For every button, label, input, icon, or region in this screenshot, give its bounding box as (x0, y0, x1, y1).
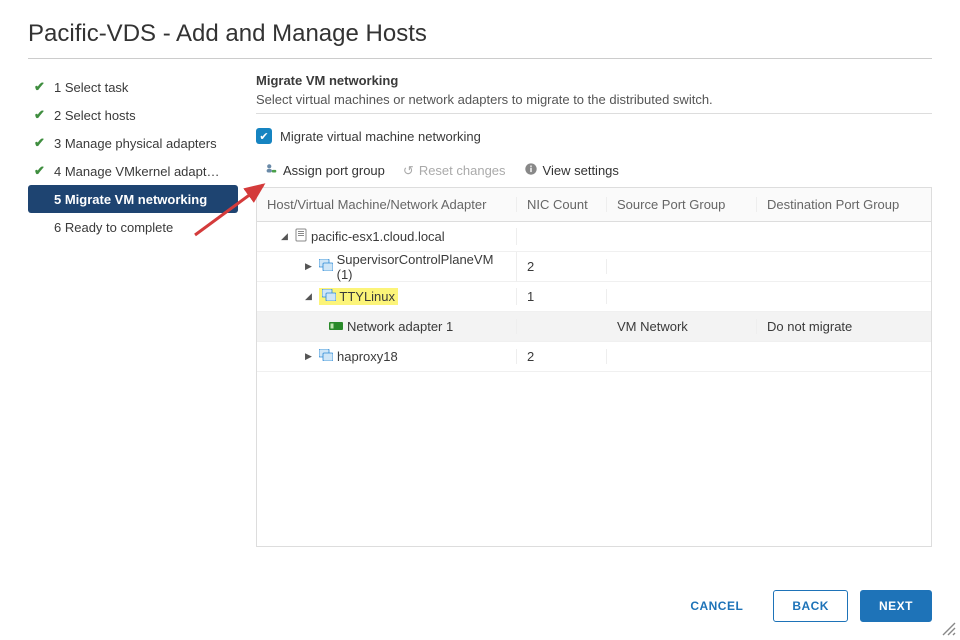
nic-icon (329, 319, 343, 334)
vm-name: TTYLinux (339, 289, 395, 304)
view-label: View settings (543, 163, 619, 178)
highlighted-vm: TTYLinux (319, 288, 398, 305)
reset-changes-button: ↺ Reset changes (403, 163, 506, 179)
page-title: Pacific-VDS - Add and Manage Hosts (28, 20, 932, 59)
assign-icon (264, 162, 278, 179)
expand-icon[interactable]: ▶ (305, 351, 315, 362)
view-settings-button[interactable]: View settings (524, 162, 619, 179)
vm-icon (319, 259, 333, 274)
step-manage-physical-adapters[interactable]: ✔ 3 Manage physical adapters (28, 129, 238, 157)
grid-body: ◢ pacific-esx1.cloud.local ▶ S (257, 222, 931, 546)
reset-label: Reset changes (419, 163, 506, 178)
reset-icon: ↺ (403, 163, 414, 179)
col-host-vm-adapter[interactable]: Host/Virtual Machine/Network Adapter (257, 197, 517, 212)
col-destination-port-group[interactable]: Destination Port Group (757, 197, 931, 212)
host-name: pacific-esx1.cloud.local (311, 229, 445, 244)
table-row-adapter[interactable]: Network adapter 1 VM Network Do not migr… (257, 312, 931, 342)
check-icon: ✔ (34, 107, 48, 123)
step-migrate-vm-networking[interactable]: ✔ 5 Migrate VM networking (28, 185, 238, 213)
col-nic-count[interactable]: NIC Count (517, 197, 607, 212)
toolbar: Assign port group ↺ Reset changes View s… (256, 158, 932, 187)
nic-count: 1 (517, 289, 607, 304)
section-desc: Select virtual machines or network adapt… (256, 92, 932, 107)
step-label: 2 Select hosts (54, 108, 136, 123)
check-icon: ✔ (34, 135, 48, 151)
col-source-port-group[interactable]: Source Port Group (607, 197, 757, 212)
host-icon (295, 228, 307, 245)
source-port-group: VM Network (607, 319, 757, 334)
resize-handle-icon[interactable] (942, 622, 956, 636)
assign-label: Assign port group (283, 163, 385, 178)
adapter-name: Network adapter 1 (347, 319, 453, 334)
info-icon (524, 162, 538, 179)
step-label: 3 Manage physical adapters (54, 136, 217, 151)
vm-name: haproxy18 (337, 349, 398, 364)
check-icon: ✔ (34, 79, 48, 95)
expand-icon[interactable]: ▶ (305, 261, 315, 272)
step-select-task[interactable]: ✔ 1 Select task (28, 73, 238, 101)
vm-icon (319, 349, 333, 364)
wizard-footer: CANCEL BACK NEXT (672, 590, 932, 622)
nic-count: 2 (517, 259, 607, 274)
back-button[interactable]: BACK (773, 590, 848, 622)
destination-port-group: Do not migrate (757, 319, 931, 334)
step-label: 4 Manage VMkernel adapt… (54, 164, 219, 179)
check-icon: ✔ (34, 163, 48, 179)
section-title: Migrate VM networking (256, 73, 932, 88)
table-row-vm-selected[interactable]: ◢ TTYLinux 1 (257, 282, 931, 312)
step-label: 1 Select task (54, 80, 128, 95)
grid-header: Host/Virtual Machine/Network Adapter NIC… (257, 188, 931, 222)
migrate-checkbox-row[interactable]: ✔ Migrate virtual machine networking (256, 128, 932, 144)
divider (256, 113, 932, 114)
table-row-host[interactable]: ◢ pacific-esx1.cloud.local (257, 222, 931, 252)
step-manage-vmkernel-adapters[interactable]: ✔ 4 Manage VMkernel adapt… (28, 157, 238, 185)
cancel-button[interactable]: CANCEL (672, 591, 761, 621)
table-row-vm[interactable]: ▶ haproxy18 2 (257, 342, 931, 372)
next-button[interactable]: NEXT (860, 590, 932, 622)
table-row-vm[interactable]: ▶ SupervisorControlPlaneVM (1) 2 (257, 252, 931, 282)
expand-icon[interactable]: ◢ (305, 291, 315, 302)
vm-icon (322, 289, 339, 304)
step-select-hosts[interactable]: ✔ 2 Select hosts (28, 101, 238, 129)
vm-name: SupervisorControlPlaneVM (1) (337, 252, 506, 282)
wizard-steps: ✔ 1 Select task ✔ 2 Select hosts ✔ 3 Man… (28, 73, 238, 547)
step-ready-to-complete[interactable]: ✔ 6 Ready to complete (28, 213, 238, 241)
migration-grid: Host/Virtual Machine/Network Adapter NIC… (256, 187, 932, 547)
assign-port-group-button[interactable]: Assign port group (264, 162, 385, 179)
migrate-checkbox-label: Migrate virtual machine networking (280, 129, 481, 144)
expand-icon[interactable]: ◢ (281, 231, 291, 242)
step-label: 5 Migrate VM networking (54, 192, 207, 207)
nic-count: 2 (517, 349, 607, 364)
checkbox-checked-icon[interactable]: ✔ (256, 128, 272, 144)
step-label: 6 Ready to complete (54, 220, 173, 235)
